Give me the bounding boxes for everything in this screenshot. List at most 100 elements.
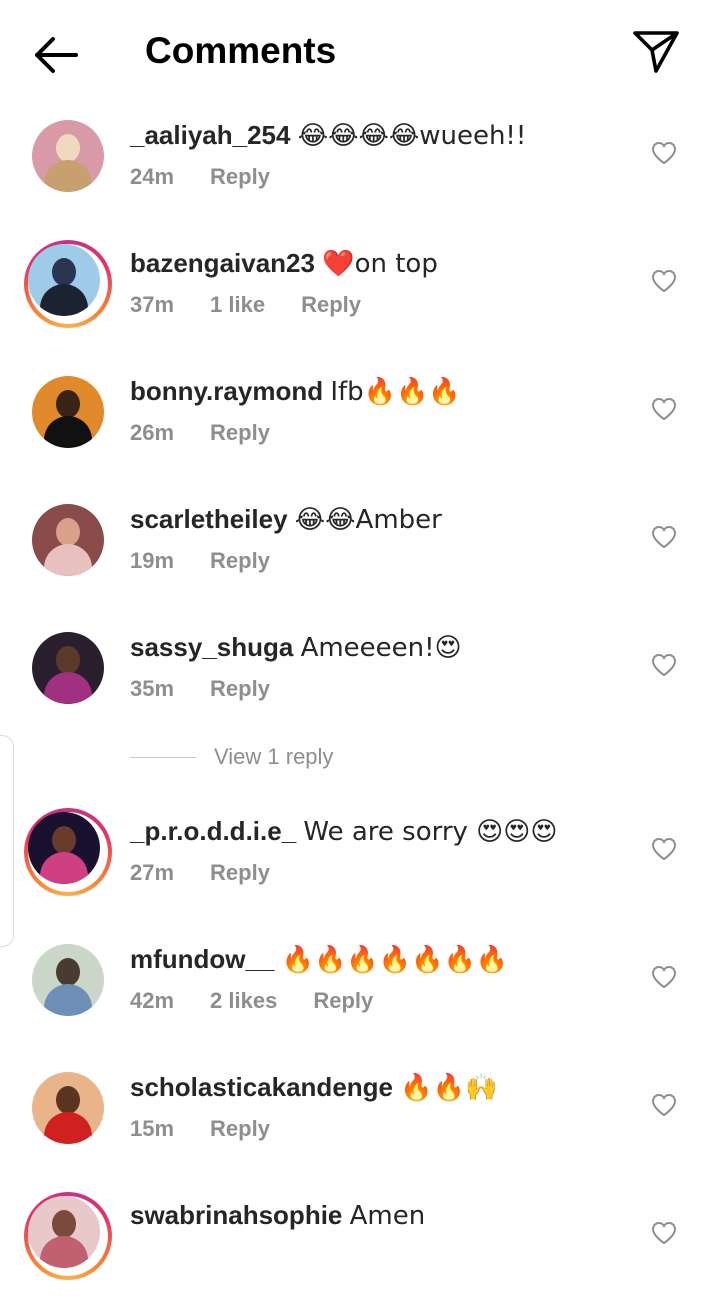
avatar-body-shape (44, 1112, 92, 1144)
heart-outline-icon[interactable] (651, 525, 677, 549)
comment-meta: 26m Reply (130, 420, 306, 446)
avatar-body-shape (44, 416, 92, 448)
reply-button[interactable]: Reply (301, 292, 361, 317)
comment-username[interactable]: _p.r.o.d.d.i.e_ (130, 816, 296, 846)
reply-button[interactable]: Reply (210, 548, 270, 573)
heart-outline-icon[interactable] (651, 397, 677, 421)
comment-item: bonny.raymond Ifb🔥🔥🔥 26m Reply (0, 368, 720, 478)
comment-text: Ifb🔥🔥🔥 (330, 377, 461, 407)
avatar-body-shape (44, 160, 92, 192)
comment-username[interactable]: swabrinahsophie (130, 1200, 342, 1230)
reply-button[interactable]: Reply (210, 1116, 270, 1141)
comment-time: 24m (130, 164, 175, 189)
avatar[interactable] (32, 376, 104, 448)
avatar-image (32, 632, 104, 704)
comment-text-line: mfundow__ 🔥🔥🔥🔥🔥🔥🔥 (130, 944, 508, 975)
avatar-body-shape (44, 672, 92, 704)
comment-text-line: scarletheiley 😂😂Amber (130, 504, 442, 535)
share-button[interactable] (630, 26, 682, 76)
like-count[interactable]: 2 likes (210, 988, 277, 1013)
comment-item: mfundow__ 🔥🔥🔥🔥🔥🔥🔥 42m 2 likes Reply (0, 936, 720, 1046)
like-count[interactable]: 1 like (210, 292, 265, 317)
comment-time: 27m (130, 860, 175, 885)
avatar[interactable] (32, 120, 104, 192)
comment-item: _aaliyah_254 😂😂😂😂wueeh!! 24m Reply (0, 112, 720, 222)
header: Comments (0, 0, 720, 108)
comment-text: 😂😂Amber (294, 505, 442, 535)
avatar-image (32, 1072, 104, 1144)
paper-plane-icon (633, 31, 679, 73)
avatar-story-ring[interactable] (24, 240, 112, 328)
avatar-body-shape (40, 1236, 88, 1268)
avatar-body-shape (44, 984, 92, 1016)
heart-outline-icon[interactable] (651, 653, 677, 677)
avatar-image (32, 120, 104, 192)
comment-username[interactable]: mfundow__ (130, 944, 274, 974)
comment-item: scarletheiley 😂😂Amber 19m Reply (0, 496, 720, 606)
comment-time: 15m (130, 1116, 175, 1141)
reply-button[interactable]: Reply (313, 988, 373, 1013)
comment-text: 🔥🔥🙌 (400, 1073, 498, 1103)
comment-meta: 37m 1 like Reply (130, 292, 397, 318)
comment-text: 🔥🔥🔥🔥🔥🔥🔥 (281, 945, 509, 975)
comment-item: scholasticakandenge 🔥🔥🙌 15m Reply (0, 1064, 720, 1174)
comment-username[interactable]: sassy_shuga (130, 632, 293, 662)
comment-text-line: sassy_shuga Ameeeen!😍 (130, 632, 462, 663)
heart-outline-icon[interactable] (651, 1221, 677, 1245)
comment-item: _p.r.o.d.d.i.e_ We are sorry 😍😍😍 27m Repl… (0, 808, 720, 918)
avatar-story-ring[interactable] (24, 808, 112, 896)
comment-meta: 19m Reply (130, 548, 306, 574)
avatar-image (28, 812, 100, 884)
comment-text-line: _aaliyah_254 😂😂😂😂wueeh!! (130, 120, 526, 151)
avatar-head-shape (56, 958, 80, 986)
reply-button[interactable]: Reply (210, 420, 270, 445)
reply-button[interactable]: Reply (210, 676, 270, 701)
avatar-head-shape (56, 646, 80, 674)
heart-outline-icon[interactable] (651, 837, 677, 861)
comment-text: Ameeeen!😍 (300, 633, 462, 663)
comment-item: bazengaivan23 ❤️on top 37m 1 like Reply (0, 240, 720, 350)
heart-outline-icon[interactable] (651, 141, 677, 165)
avatar-head-shape (56, 1086, 80, 1114)
heart-outline-icon[interactable] (651, 1093, 677, 1117)
comment-text-line: scholasticakandenge 🔥🔥🙌 (130, 1072, 497, 1103)
heart-outline-icon[interactable] (651, 965, 677, 989)
avatar[interactable] (32, 944, 104, 1016)
comment-text: ❤️on top (322, 249, 438, 279)
reply-button[interactable]: Reply (210, 164, 270, 189)
divider (130, 757, 196, 758)
avatar-image (28, 1196, 100, 1268)
comment-time: 19m (130, 548, 175, 573)
avatar-body-shape (40, 852, 88, 884)
comment-text-line: _p.r.o.d.d.i.e_ We are sorry 😍😍😍 (130, 816, 558, 847)
comment-username[interactable]: scarletheiley (130, 504, 288, 534)
comment-meta: 24m Reply (130, 164, 306, 190)
avatar[interactable] (32, 504, 104, 576)
avatar-head-shape (56, 518, 80, 546)
comment-item: sassy_shuga Ameeeen!😍 35m Reply (0, 624, 720, 734)
comment-text-line: bazengaivan23 ❤️on top (130, 248, 438, 279)
avatar[interactable] (32, 1072, 104, 1144)
comment-meta: 27m Reply (130, 860, 306, 886)
comment-meta: 35m Reply (130, 676, 306, 702)
comment-username[interactable]: scholasticakandenge (130, 1072, 393, 1102)
comment-item: swabrinahsophie Amen (0, 1192, 720, 1302)
comment-text-line: swabrinahsophie Amen (130, 1200, 425, 1231)
comment-text: We are sorry 😍😍😍 (303, 817, 558, 847)
page-title: Comments (145, 30, 337, 71)
reply-button[interactable]: Reply (210, 860, 270, 885)
comment-text: 😂😂😂😂wueeh!! (297, 121, 527, 151)
avatar-story-ring[interactable] (24, 1192, 112, 1280)
avatar-image (32, 504, 104, 576)
avatar[interactable] (32, 632, 104, 704)
comment-username[interactable]: bonny.raymond (130, 376, 323, 406)
comment-time: 42m (130, 988, 175, 1013)
edge-panel-handle[interactable] (0, 735, 14, 947)
comment-username[interactable]: _aaliyah_254 (130, 120, 290, 150)
arrow-left-icon (35, 37, 78, 73)
back-button[interactable] (28, 30, 84, 80)
comment-username[interactable]: bazengaivan23 (130, 248, 315, 278)
avatar-head-shape (56, 134, 80, 162)
view-replies-button[interactable]: View 1 reply (214, 744, 333, 770)
heart-outline-icon[interactable] (651, 269, 677, 293)
